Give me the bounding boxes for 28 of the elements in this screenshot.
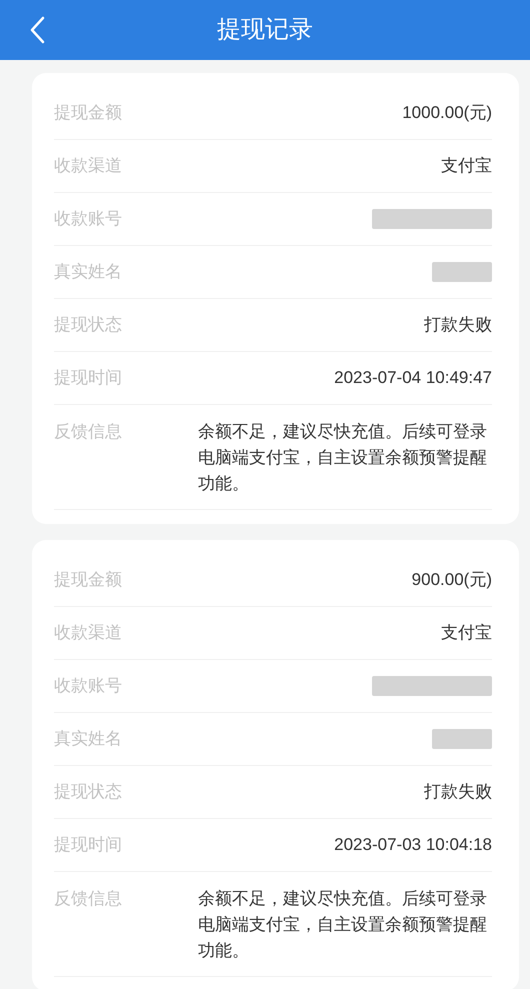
feedback-message: 余额不足，建议尽快充值。后续可登录电脑端支付宝，自主设置余额预警提醒功能。 bbox=[198, 421, 488, 495]
field-label: 真实姓名 bbox=[54, 728, 123, 750]
field-value: 支付宝 bbox=[441, 155, 492, 178]
field-label: 提现金额 bbox=[54, 569, 123, 592]
back-icon bbox=[29, 16, 45, 44]
field-label: 收款账号 bbox=[54, 675, 123, 698]
field-label: 反馈信息 bbox=[54, 888, 123, 910]
field-value: 2023-07-03 10:04:18 bbox=[334, 834, 492, 856]
field-label: 收款渠道 bbox=[54, 622, 123, 644]
field-label: 提现时间 bbox=[54, 367, 123, 390]
field-label: 收款账号 bbox=[54, 208, 123, 230]
field-value: 2023-07-04 10:49:47 bbox=[334, 367, 492, 390]
feedback-message: 余额不足，建议尽快充值。后续可登录电脑端支付宝，自主设置余额预警提醒功能。 bbox=[198, 888, 488, 962]
field-label: 提现金额 bbox=[54, 102, 123, 124]
field-value: 900.00(元) bbox=[412, 569, 492, 592]
field-value: 打款失败 bbox=[424, 781, 492, 804]
page-title: 提现记录 bbox=[217, 15, 313, 45]
field-label: 收款渠道 bbox=[54, 155, 123, 178]
field-value: 支付宝 bbox=[441, 622, 492, 644]
field-value: 打款失败 bbox=[424, 314, 492, 336]
field-value: 1000.00(元) bbox=[402, 102, 492, 124]
field-label: 真实姓名 bbox=[54, 261, 123, 284]
blurred-value bbox=[432, 262, 492, 282]
field-label: 提现状态 bbox=[54, 781, 123, 804]
field-label: 反馈信息 bbox=[54, 421, 123, 443]
field-label: 提现时间 bbox=[54, 834, 123, 856]
blurred-value bbox=[432, 729, 492, 749]
field-label: 提现状态 bbox=[54, 314, 123, 336]
